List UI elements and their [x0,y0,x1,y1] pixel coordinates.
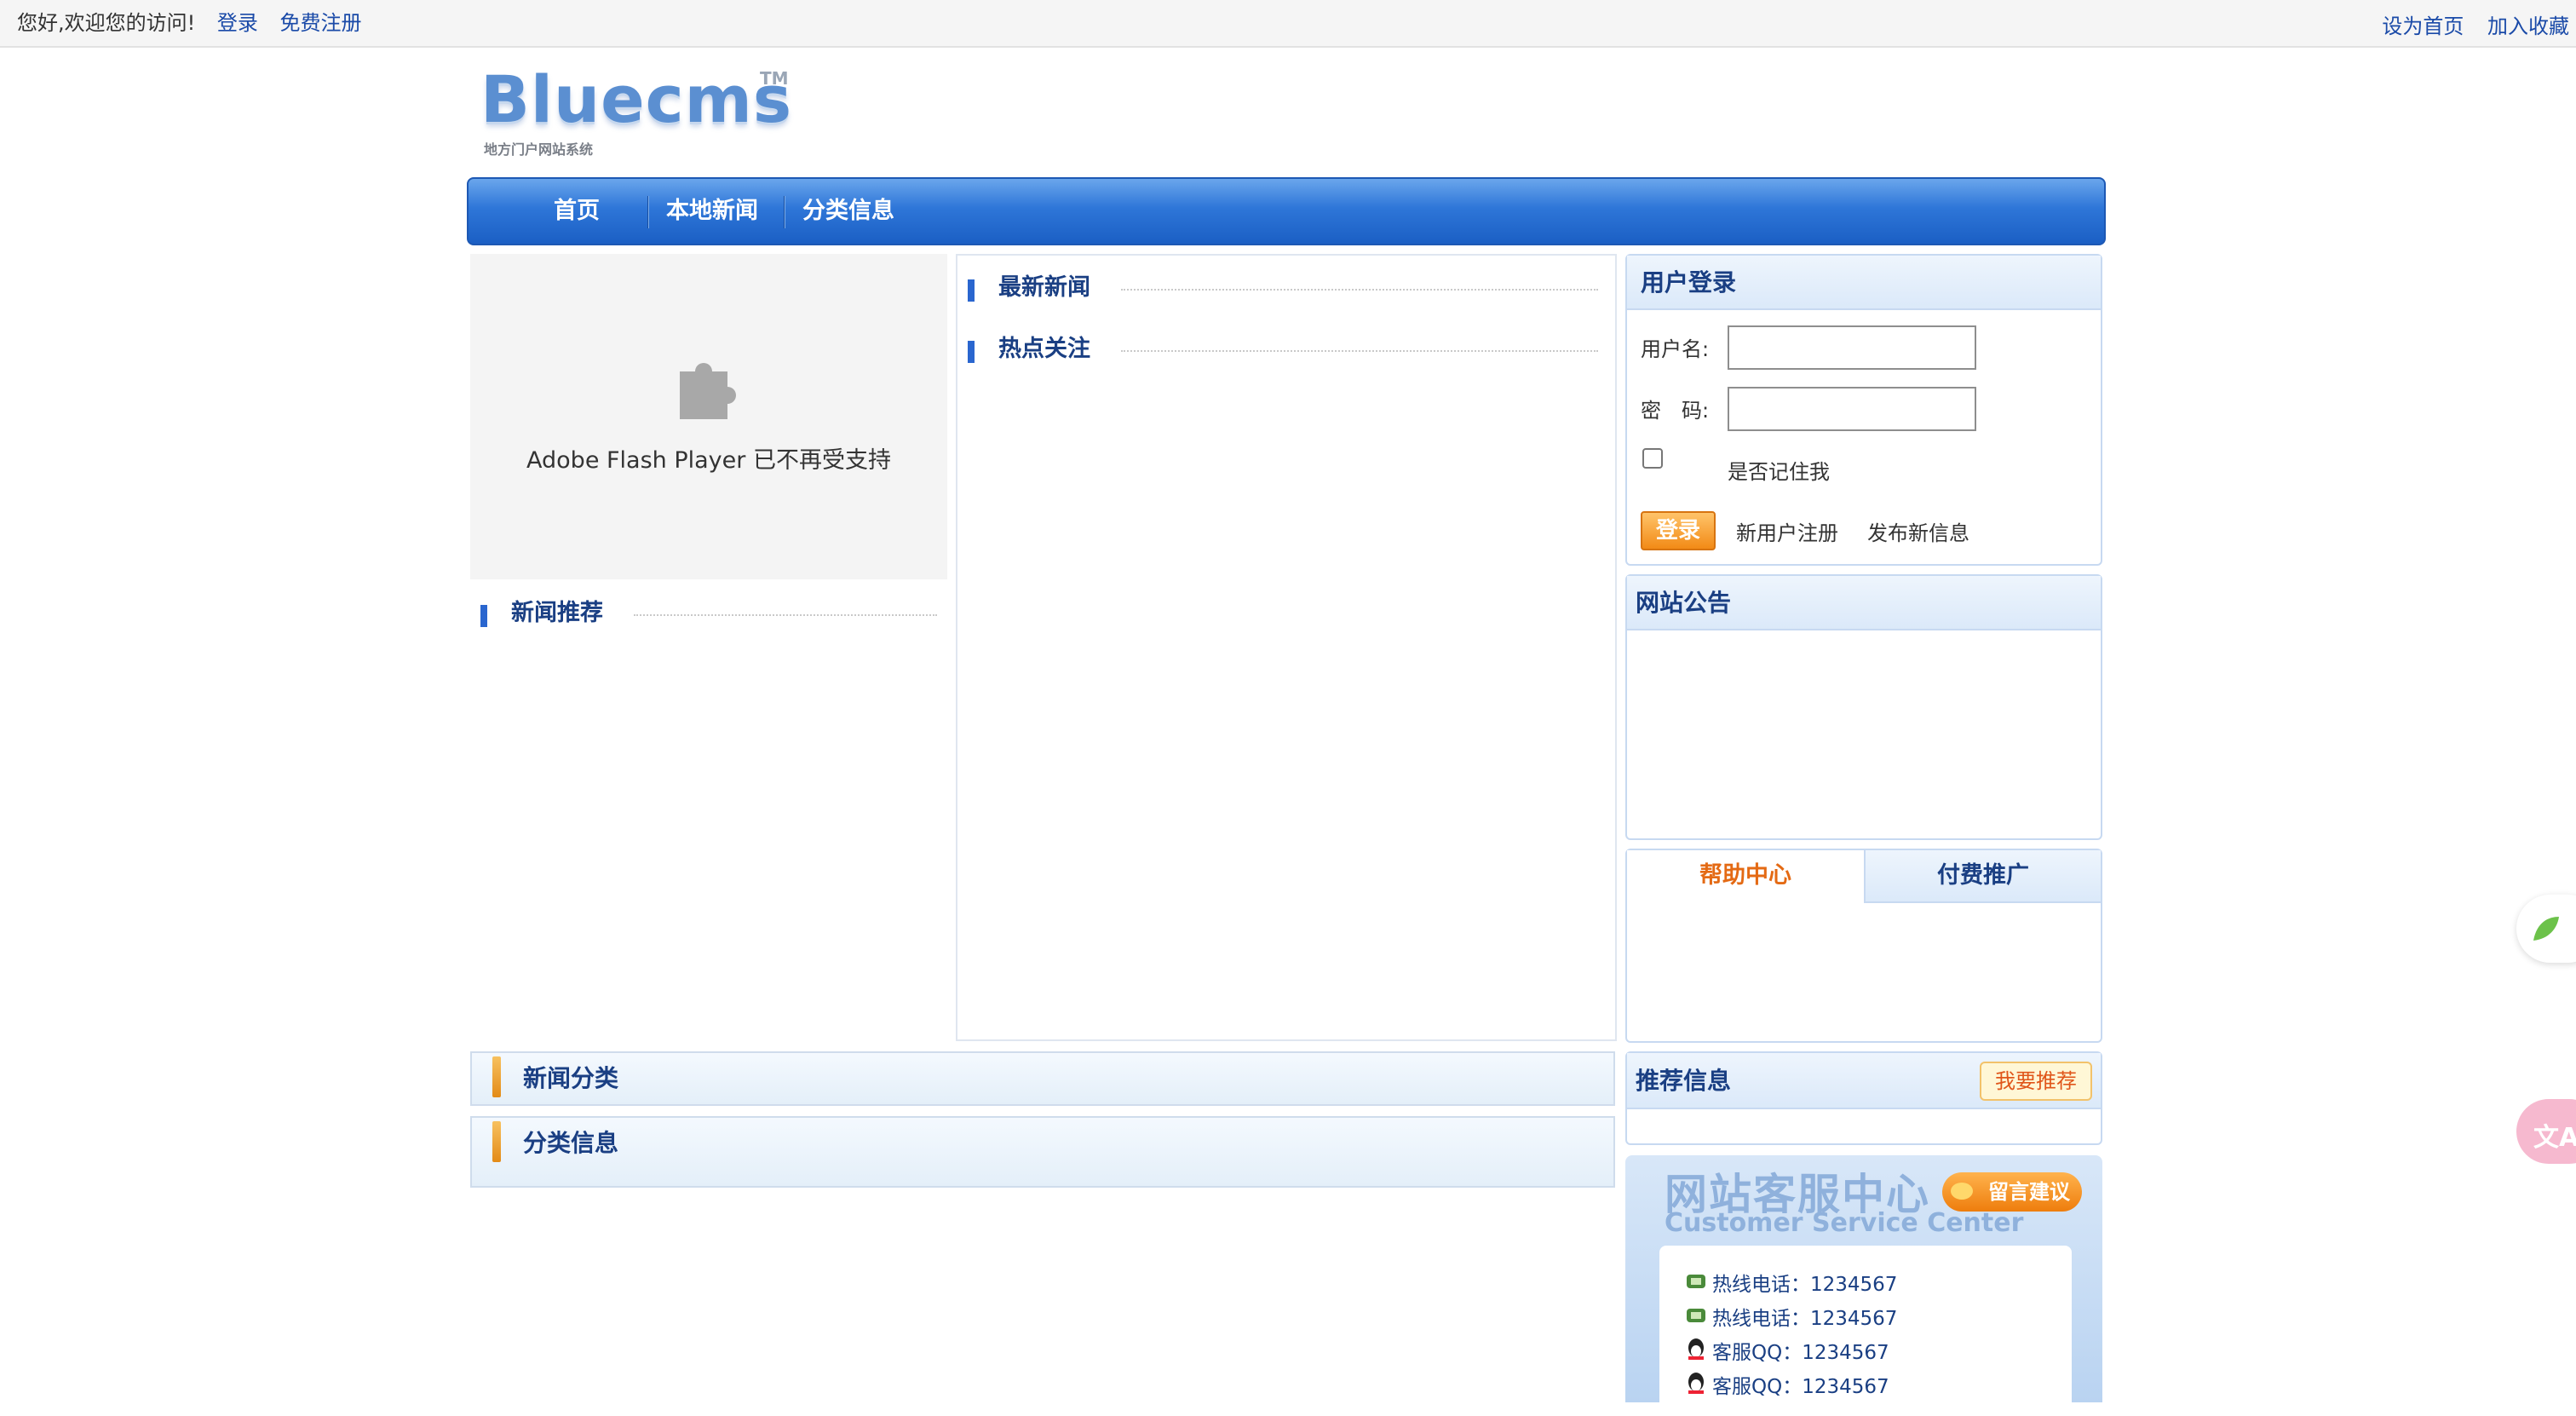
site-notice-title: 网站公告 [1627,576,2101,630]
top-bar: 您好,欢迎您的访问! 登录 免费注册 设为首页 加入收藏 [0,0,2576,48]
qq-contact-1: 客服QQ：1234567 [1712,1342,1889,1364]
tab-help-center[interactable]: 帮助中心 [1627,850,1864,903]
hot-topics-header: 热点关注 [968,332,1598,366]
category-marker [492,1056,501,1097]
top-bar-left: 您好,欢迎您的访问! 登录 免费注册 [17,9,362,37]
speech-bubble-icon [1951,1183,1973,1200]
top-register-link[interactable]: 免费注册 [280,11,362,35]
password-input[interactable] [1728,387,1976,431]
site-notice-box: 网站公告 [1625,574,2102,840]
service-title-en: Customer Service Center [1665,1208,2024,1238]
top-login-link[interactable]: 登录 [217,11,258,35]
leave-message-button[interactable]: 留言建议 [1942,1172,2082,1212]
i-recommend-button[interactable]: 我要推荐 [1980,1062,2092,1101]
floating-extension-button[interactable] [2516,895,2576,963]
section-marker [480,605,487,627]
post-new-info-link[interactable]: 发布新信息 [1867,516,1969,546]
translate-icon: 文A [2533,1123,2576,1153]
hot-topics-title: 热点关注 [998,336,1090,362]
nav-item-home[interactable]: 首页 [554,196,600,227]
nav-separator [647,196,649,228]
qq-penguin-icon [1688,1338,1704,1360]
logo-wordmark: Bluecms [480,61,793,137]
main-nav: 首页 本地新闻 分类信息 [467,177,2106,245]
classified-title: 分类信息 [523,1129,619,1157]
customer-service-box: 网站客服中心 Customer Service Center 留言建议 热线电话… [1625,1155,2102,1416]
flash-placeholder[interactable]: Adobe Flash Player 已不再受支持 [470,254,947,579]
flash-unsupported-message: Adobe Flash Player 已不再受支持 [526,447,891,474]
tab-paid-promotion[interactable]: 付费推广 [1864,850,2101,903]
leave-message-label: 留言建议 [1988,1180,2070,1204]
puzzle-plugin-icon [680,363,736,419]
middle-column: 最新新闻 热点关注 [956,254,1617,1041]
set-homepage-link[interactable]: 设为首页 [2382,14,2464,38]
login-box-title: 用户登录 [1627,256,2101,310]
username-input[interactable] [1728,325,1976,370]
help-tabs-box: 帮助中心 付费推广 [1625,849,2102,1043]
classified-panel: 分类信息 [470,1116,1615,1188]
latest-news-header: 最新新闻 [968,271,1598,305]
news-category-panel: 新闻分类 [470,1051,1615,1106]
category-marker [492,1121,501,1162]
logo-subtitle: 地方门户网站系统 [484,141,594,158]
qq-penguin-icon [1688,1373,1704,1394]
remember-me-checkbox[interactable] [1642,448,1663,469]
section-marker [968,279,975,302]
dotted-divider [634,614,937,616]
dotted-divider [1121,350,1598,352]
news-recommend-header: 新闻推荐 [480,596,937,630]
logo-tm: TM [760,68,789,89]
site-logo[interactable]: Bluecms TM 地方门户网站系统 [479,63,802,165]
new-user-register-link[interactable]: 新用户注册 [1736,516,1838,546]
nav-item-classified[interactable]: 分类信息 [802,196,894,227]
top-bar-right: 设为首页 加入收藏 [2365,12,2569,41]
remember-me-label: 是否记住我 [1728,460,1830,484]
nav-separator [784,196,785,228]
floating-translate-button[interactable]: 文A [2516,1099,2576,1164]
greeting-text: 您好,欢迎您的访问! [17,11,196,35]
login-box: 用户登录 用户名: 密 码: 是否记住我 登录 新用户注册 发布新信息 [1625,254,2102,566]
password-label: 密 码: [1641,399,1710,423]
nav-item-local-news[interactable]: 本地新闻 [666,196,758,227]
telephone-icon [1687,1275,1705,1288]
section-marker [968,341,975,363]
hotline-1: 热线电话：1234567 [1712,1274,1898,1296]
leaf-icon [2533,917,2559,941]
news-category-title: 新闻分类 [523,1064,619,1092]
username-label: 用户名: [1641,337,1710,361]
telephone-icon [1687,1309,1705,1322]
qq-contact-2: 客服QQ：1234567 [1712,1376,1889,1398]
hotline-2: 热线电话：1234567 [1712,1308,1898,1330]
latest-news-title: 最新新闻 [998,274,1090,301]
dotted-divider [1121,289,1598,291]
news-recommend-title: 新闻推荐 [511,600,603,626]
service-contact-list: 热线电话：1234567 热线电话：1234567 客服QQ：1234567 客… [1659,1246,2072,1416]
recommend-box: 推荐信息 我要推荐 [1625,1051,2102,1145]
add-bookmark-link[interactable]: 加入收藏 [2487,14,2569,38]
login-button[interactable]: 登录 [1641,511,1716,550]
